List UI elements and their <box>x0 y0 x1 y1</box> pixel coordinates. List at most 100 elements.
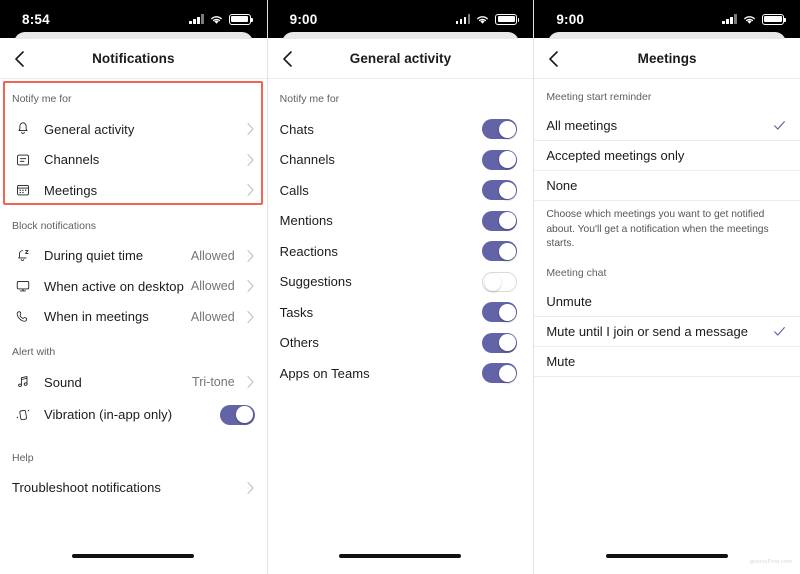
phone-screen-meetings: 9:00 Meetings Meeting start reminder All… <box>533 0 800 574</box>
reactions-toggle[interactable] <box>482 241 518 262</box>
option-label: None <box>546 178 578 193</box>
music-note-icon <box>12 372 34 392</box>
battery-icon <box>495 13 520 25</box>
row-label: During quiet time <box>44 248 144 264</box>
battery-icon <box>761 13 786 25</box>
home-indicator <box>339 553 462 558</box>
section-label-alert-with: Alert with <box>12 346 56 358</box>
back-chevron-icon[interactable] <box>279 50 297 68</box>
cellular-signal-icon <box>722 14 737 24</box>
nav-bar: General activity <box>267 39 534 79</box>
nav-bar: Notifications <box>0 39 267 79</box>
row-value: Allowed <box>190 309 235 324</box>
row-general-activity[interactable]: General activity <box>0 114 267 145</box>
option-mute-until-join[interactable]: Mute until I join or send a message <box>534 317 800 347</box>
section-label-help: Help <box>12 451 34 464</box>
row-label: General activity <box>44 121 135 137</box>
row-mentions[interactable]: Mentions <box>268 206 534 237</box>
row-channels[interactable]: Channels <box>268 145 534 176</box>
option-label: All meetings <box>546 118 618 133</box>
row-label: Apps on Teams <box>279 365 370 381</box>
row-label: Chats <box>279 121 314 137</box>
back-chevron-icon[interactable] <box>11 50 29 68</box>
row-channels[interactable]: Channels <box>0 145 267 176</box>
row-vibration[interactable]: Vibration (in-app only) <box>0 398 267 432</box>
settings-content: Notify me for Chats Channels Calls Menti… <box>268 79 534 389</box>
row-label: Reactions <box>279 243 338 259</box>
others-toggle[interactable] <box>482 332 518 353</box>
row-apps-on-teams[interactable]: Apps on Teams <box>268 358 534 389</box>
option-label: Mute <box>546 353 576 369</box>
tasks-toggle[interactable] <box>482 302 518 323</box>
option-all-meetings[interactable]: All meetings <box>534 111 800 141</box>
chevron-right-icon <box>247 280 254 293</box>
calendar-icon <box>12 180 34 200</box>
channels-toggle[interactable] <box>482 149 518 170</box>
status-icons <box>722 13 786 25</box>
chats-toggle[interactable] <box>482 119 518 140</box>
row-label: Sound <box>44 374 82 390</box>
row-suggestions[interactable]: Suggestions <box>268 267 534 298</box>
chevron-right-icon <box>247 123 254 136</box>
row-label: When active on desktop <box>44 278 184 294</box>
row-label: When in meetings <box>44 309 149 325</box>
option-none[interactable]: None <box>534 171 800 201</box>
desktop-icon <box>12 276 34 296</box>
phone-icon <box>12 307 34 327</box>
screenshot-root: 8:54 Notifications Notify me for General… <box>0 0 800 574</box>
quiet-time-icon <box>12 246 34 266</box>
option-accepted-meetings-only[interactable]: Accepted meetings only <box>534 141 800 171</box>
chevron-right-icon <box>247 153 254 166</box>
suggestions-toggle[interactable] <box>482 271 518 292</box>
apps-on-teams-toggle[interactable] <box>482 363 518 384</box>
page-title: Meetings <box>637 51 697 66</box>
wifi-icon <box>477 15 489 24</box>
section-label-notify-me-for: Notify me for <box>12 93 72 105</box>
settings-card: Meetings Meeting start reminder All meet… <box>534 39 800 574</box>
phone-screen-notifications: 8:54 Notifications Notify me for General… <box>0 0 267 574</box>
status-clock: 9:00 <box>556 11 585 27</box>
vibration-toggle[interactable] <box>219 404 255 425</box>
row-sound[interactable]: Sound Tri-tone <box>0 367 267 398</box>
row-troubleshoot-notifications[interactable]: Troubleshoot notifications <box>0 473 267 504</box>
meeting-start-reminder-description: Choose which meetings you want to get no… <box>546 209 769 250</box>
row-tasks[interactable]: Tasks <box>268 297 534 328</box>
nav-bar: Meetings <box>534 39 800 79</box>
calls-toggle[interactable] <box>482 180 518 201</box>
row-chats[interactable]: Chats <box>268 114 534 145</box>
row-during-quiet-time[interactable]: During quiet time Allowed <box>0 241 267 272</box>
row-when-active-on-desktop[interactable]: When active on desktop Allowed <box>0 271 267 302</box>
status-clock: 9:00 <box>289 11 318 27</box>
wifi-icon <box>744 15 755 24</box>
row-label: Calls <box>279 182 309 198</box>
row-label: Meetings <box>44 182 98 198</box>
chevron-right-icon <box>247 376 254 389</box>
status-clock: 8:54 <box>22 11 50 27</box>
row-when-in-meetings[interactable]: When in meetings Allowed <box>0 302 267 333</box>
checkmark-icon <box>774 326 785 336</box>
bell-icon <box>12 119 34 139</box>
section-label-meeting-start-reminder: Meeting start reminder <box>546 91 652 103</box>
row-reactions[interactable]: Reactions <box>268 236 534 267</box>
row-calls[interactable]: Calls <box>268 175 534 206</box>
option-mute[interactable]: Mute <box>534 347 800 377</box>
mentions-toggle[interactable] <box>482 210 518 231</box>
row-label: Suggestions <box>279 274 352 290</box>
row-value: Allowed <box>190 248 235 263</box>
settings-card: General activity Notify me for Chats Cha… <box>267 39 534 574</box>
row-label: Troubleshoot notifications <box>12 480 161 496</box>
option-label: Accepted meetings only <box>546 148 685 163</box>
settings-content: Meeting start reminder All meetings Acce… <box>534 79 800 377</box>
row-meetings[interactable]: Meetings <box>0 175 267 206</box>
section-label-notify-me-for: Notify me for <box>279 93 340 105</box>
page-title: General activity <box>349 51 452 66</box>
back-chevron-icon[interactable] <box>545 50 563 68</box>
row-others[interactable]: Others <box>268 328 534 359</box>
row-label: Channels <box>44 152 100 168</box>
row-label: Others <box>279 335 319 351</box>
section-label-block-notifications: Block notifications <box>12 219 97 232</box>
option-unmute[interactable]: Unmute <box>534 287 800 317</box>
section-label-meeting-chat: Meeting chat <box>546 266 607 279</box>
cellular-signal-icon <box>455 14 471 24</box>
status-icons <box>455 13 520 25</box>
